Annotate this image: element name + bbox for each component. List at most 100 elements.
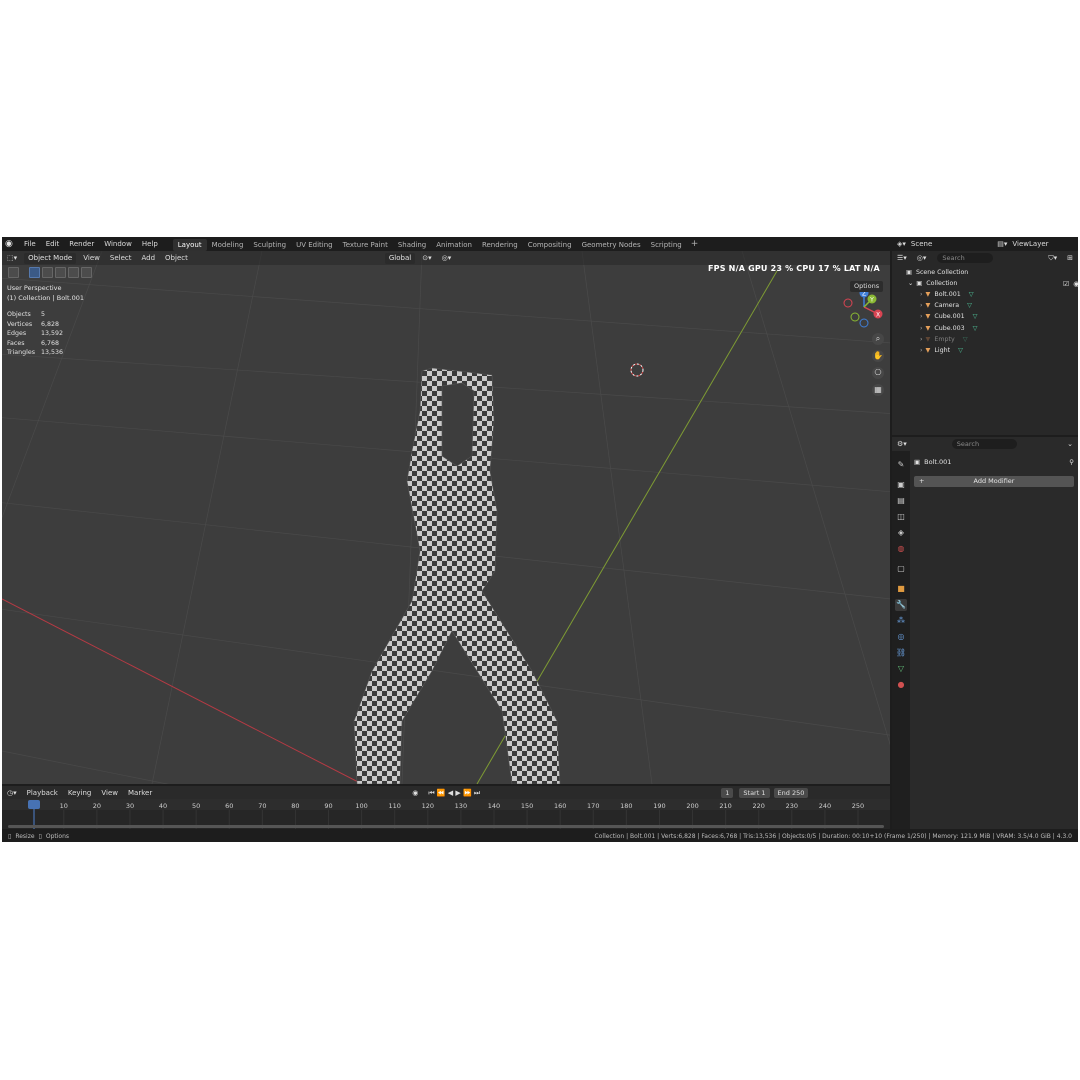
scene-icon[interactable]: ◈▾ [892, 237, 911, 251]
timeline-scrollbar[interactable] [8, 825, 884, 828]
data-tab-icon[interactable]: ▽ [895, 663, 907, 675]
collection-tab-icon[interactable]: ▢ [895, 563, 907, 575]
playhead-marker[interactable] [28, 800, 40, 809]
snap-icon[interactable]: ⊙▾ [417, 251, 436, 265]
3d-cursor-icon[interactable] [630, 363, 644, 377]
select-intersect-icon[interactable] [81, 267, 92, 278]
select-subtract-icon[interactable] [55, 267, 66, 278]
menu-edit[interactable]: Edit [41, 237, 65, 251]
material-tab-icon[interactable]: ● [895, 679, 907, 691]
tab-rendering[interactable]: Rendering [477, 239, 523, 251]
transform-orientation-dropdown[interactable]: Global [384, 252, 416, 264]
outliner-row-object[interactable]: ›▼Cube.003▽◉▣ [892, 323, 1078, 334]
tab-animation[interactable]: Animation [431, 239, 477, 251]
mode-selector[interactable]: Object Mode [24, 252, 77, 264]
add-workspace-button[interactable]: + [687, 238, 703, 250]
object-tab-icon[interactable]: ■ [895, 583, 907, 595]
chevron-right-icon[interactable]: › [920, 302, 923, 309]
editor-type-icon[interactable]: ⬚▾ [2, 251, 22, 265]
particles-tab-icon[interactable]: ⁂ [895, 615, 907, 627]
playback-controls-icon[interactable]: ⏮ ⏪ ◀ ▶ ⏩ ⏭ [423, 786, 485, 800]
blender-logo-icon[interactable]: ◉ [5, 239, 15, 249]
render-tab-icon[interactable]: ▣ [895, 479, 907, 491]
outliner-editor-icon[interactable]: ☰▾ [892, 251, 912, 265]
world-tab-icon[interactable]: ◍ [895, 543, 907, 555]
chevron-down-icon[interactable]: ⌄ [908, 280, 913, 287]
constraints-tab-icon[interactable]: ⛓ [895, 647, 907, 659]
end-frame-field[interactable]: End 250 [773, 787, 809, 798]
timeline-menu-playback[interactable]: Playback [22, 786, 63, 800]
start-frame-field[interactable]: Start 1 [739, 787, 770, 798]
ortho-grid-icon[interactable]: ▦ [872, 384, 884, 396]
outliner-row-object[interactable]: ›▼Empty▽◉▣ [892, 334, 1078, 345]
chevron-right-icon[interactable]: › [920, 325, 923, 332]
tab-modeling[interactable]: Modeling [207, 239, 249, 251]
view-layer-tab-icon[interactable]: ◫ [895, 511, 907, 523]
outliner-row-object[interactable]: ›▼Bolt.001▽◉▣ [892, 289, 1078, 300]
timeline-menu-marker[interactable]: Marker [123, 786, 157, 800]
timeline-editor-icon[interactable]: ◷▾ [2, 786, 22, 800]
view-layer-icon[interactable]: ▤▾ [992, 237, 1012, 251]
pin-icon[interactable]: ⚲ [1069, 458, 1074, 466]
tab-scripting[interactable]: Scripting [646, 239, 687, 251]
current-frame-field[interactable]: 1 [721, 787, 734, 798]
chevron-right-icon[interactable]: › [920, 336, 923, 343]
auto-key-icon[interactable]: ◉ [407, 786, 423, 800]
chevron-down-icon[interactable]: ⌄ [1062, 437, 1078, 451]
chevron-right-icon[interactable]: › [920, 313, 923, 320]
menu-help[interactable]: Help [137, 237, 163, 251]
viewport-menu-add[interactable]: Add [136, 251, 160, 265]
filter-icon[interactable]: ⛉▾ [1043, 251, 1062, 265]
3d-viewport[interactable]: Z Y X ⬚▾ Object Mode View Select Add Obj… [2, 251, 890, 784]
output-tab-icon[interactable]: ▤ [895, 495, 907, 507]
bolt-object[interactable] [353, 367, 561, 784]
modifier-tab-icon[interactable]: 🔧 [895, 599, 907, 611]
viewport-menu-object[interactable]: Object [160, 251, 193, 265]
menu-window[interactable]: Window [99, 237, 137, 251]
timeline-menu-view[interactable]: View [96, 786, 123, 800]
frame-ruler[interactable]: 1102030405060708090100110120130140150160… [2, 799, 890, 829]
outliner-search-input[interactable]: Search [937, 253, 994, 263]
tab-geometry-nodes[interactable]: Geometry Nodes [577, 239, 646, 251]
tab-texture-paint[interactable]: Texture Paint [338, 239, 393, 251]
physics-tab-icon[interactable]: ◎ [895, 631, 907, 643]
menu-file[interactable]: File [19, 237, 41, 251]
zoom-icon[interactable]: ⌕ [872, 333, 884, 345]
options-dropdown[interactable]: Options [850, 281, 884, 292]
add-modifier-button[interactable]: + Add Modifier [914, 476, 1074, 487]
menu-render[interactable]: Render [64, 237, 99, 251]
outliner-row-object[interactable]: ›▼Cube.001▽◉▣ [892, 311, 1078, 322]
tab-sculpting[interactable]: Sculpting [248, 239, 291, 251]
outliner-row-object[interactable]: ›▼Camera▽◉▣ [892, 300, 1078, 311]
tab-layout[interactable]: Layout [172, 238, 207, 251]
properties-search-input[interactable]: Search [951, 439, 1017, 449]
chevron-right-icon[interactable]: › [920, 291, 923, 298]
scene-name[interactable]: Scene [911, 240, 932, 248]
timeline-area[interactable]: 1102030405060708090100110120130140150160… [2, 799, 890, 829]
view-layer-name[interactable]: ViewLayer [1012, 240, 1048, 248]
outliner-row-collection[interactable]: ⌄ ▣ Collection ☑ ◉ ▣ [892, 278, 1078, 289]
viewport-menu-select[interactable]: Select [105, 251, 137, 265]
pan-hand-icon[interactable]: ✋ [872, 350, 884, 362]
proportional-edit-icon[interactable]: ◎▾ [437, 251, 457, 265]
tool-tab-icon[interactable]: ✎ [895, 459, 907, 471]
tab-compositing[interactable]: Compositing [523, 239, 577, 251]
navigation-gizmo[interactable]: Z Y X [843, 288, 883, 328]
outliner-row-object[interactable]: ›▼Light▽◉▣ [892, 345, 1078, 356]
tab-shading[interactable]: Shading [393, 239, 431, 251]
select-invert-icon[interactable] [68, 267, 79, 278]
new-collection-icon[interactable]: ⊞ [1062, 251, 1078, 265]
select-tool-icon[interactable] [8, 267, 19, 278]
eye-icon[interactable]: ◉ [1073, 280, 1078, 288]
timeline-menu-keying[interactable]: Keying [63, 786, 97, 800]
camera-view-icon[interactable]: ⎔ [872, 367, 884, 379]
select-extend-icon[interactable] [42, 267, 53, 278]
properties-editor-icon[interactable]: ⚙▾ [892, 437, 912, 451]
outliner-row-scene-collection[interactable]: ▣ Scene Collection [892, 267, 1078, 278]
scene-tab-icon[interactable]: ◈ [895, 527, 907, 539]
checkbox-icon[interactable]: ☑ [1063, 280, 1069, 288]
viewport-menu-view[interactable]: View [78, 251, 105, 265]
tab-uv-editing[interactable]: UV Editing [291, 239, 338, 251]
select-new-icon[interactable] [29, 267, 40, 278]
display-mode-icon[interactable]: ◎▾ [912, 251, 932, 265]
